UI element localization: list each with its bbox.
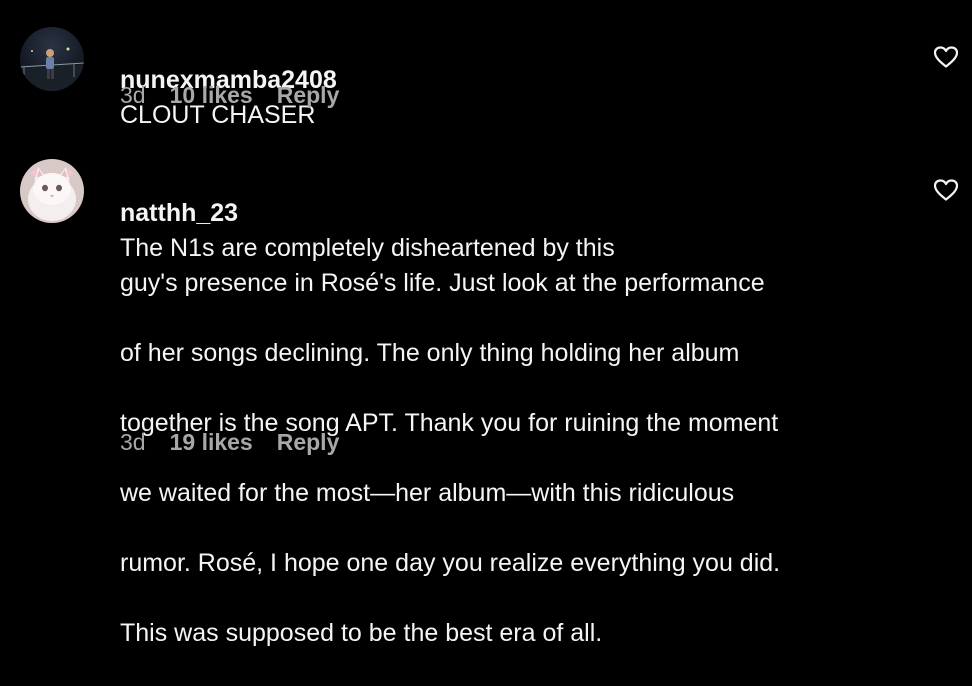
comment-likes[interactable]: 10 likes <box>170 82 253 109</box>
avatar-photo-person-night <box>20 27 84 91</box>
comment-meta: 3d 19 likes Reply <box>120 429 339 456</box>
comment-item: natthh_23 The N1s are completely dishear… <box>0 130 972 647</box>
comment-text-line: we waited for the most—her album—with th… <box>120 479 735 507</box>
reply-button[interactable]: Reply <box>277 429 340 456</box>
comment-likes[interactable]: 19 likes <box>170 429 253 456</box>
comment-text-line: rumor. Rosé, I hope one day you realize … <box>120 549 781 577</box>
comment-text-line: guy's presence in Rosé's life. Just look… <box>120 269 765 297</box>
avatar[interactable] <box>20 27 84 91</box>
avatar[interactable] <box>20 159 84 223</box>
avatar-photo-white-cat <box>20 159 84 223</box>
reply-button[interactable]: Reply <box>277 82 340 109</box>
heart-outline-icon[interactable] <box>933 178 959 202</box>
comment-body: nunexmamba2408 CLOUT CHASER <box>120 28 337 133</box>
comment-text-line: This was supposed to be the best era of … <box>120 619 603 647</box>
comment-body: natthh_23 The N1s are completely dishear… <box>120 161 780 686</box>
comment-item: nunexmamba2408 CLOUT CHASER 3d 10 likes … <box>0 0 972 130</box>
comment-meta: 3d 10 likes Reply <box>120 82 339 109</box>
comment-age[interactable]: 3d <box>120 82 146 109</box>
comment-text: The N1s are completely disheartened by t… <box>120 234 615 262</box>
comment-age[interactable]: 3d <box>120 429 146 456</box>
heart-outline-icon[interactable] <box>933 45 959 69</box>
comment-text-line: of her songs declining. The only thing h… <box>120 339 740 367</box>
comment-username[interactable]: natthh_23 <box>120 199 238 227</box>
